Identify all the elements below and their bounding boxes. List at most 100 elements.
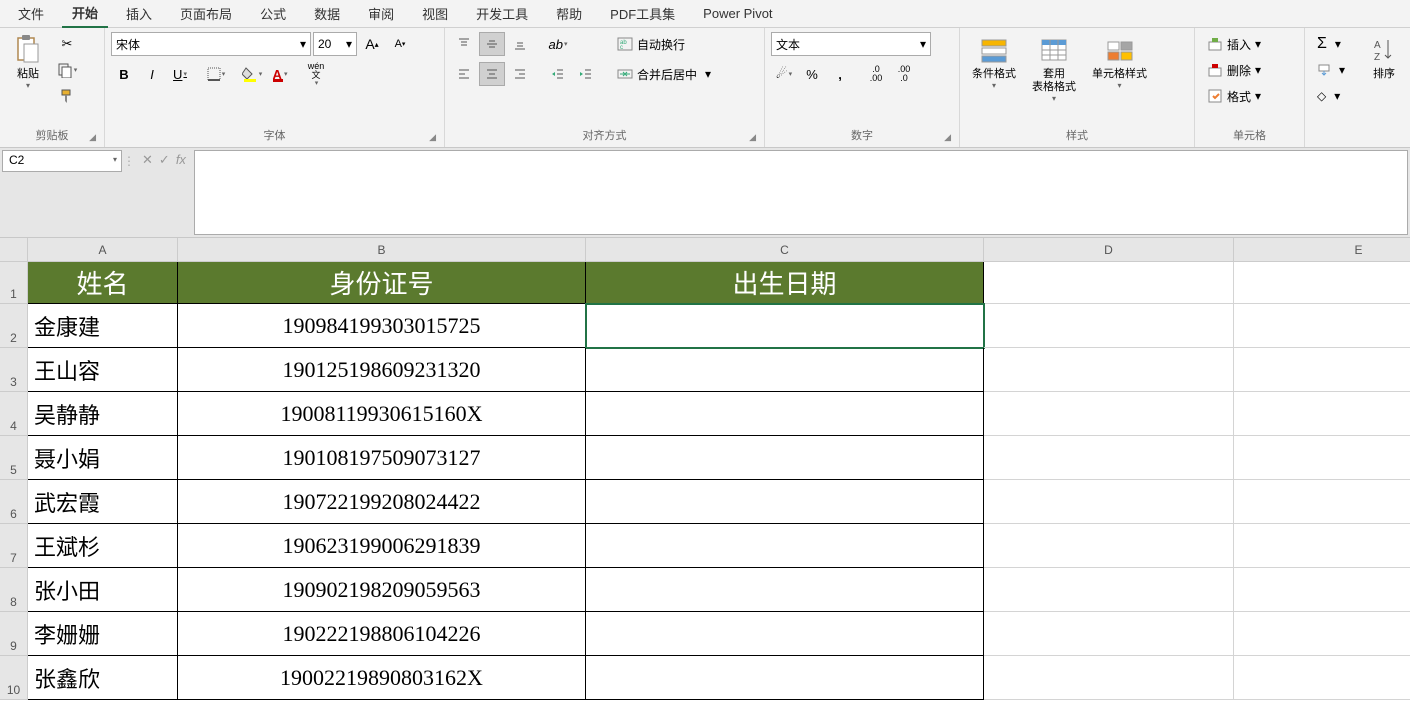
cell-A2[interactable]: 金康建 bbox=[28, 304, 178, 348]
cancel-button[interactable]: ✕ bbox=[142, 152, 153, 168]
col-header[interactable]: B bbox=[178, 238, 586, 262]
tab-file[interactable]: 文件 bbox=[8, 0, 54, 27]
clear-button[interactable]: ◇▾ bbox=[1311, 84, 1346, 108]
row-header[interactable]: 10 bbox=[0, 656, 28, 700]
tab-review[interactable]: 审阅 bbox=[358, 0, 404, 27]
cell-B7[interactable]: 190623199006291839 bbox=[178, 524, 586, 568]
formula-input[interactable] bbox=[194, 150, 1408, 235]
cell-E4[interactable] bbox=[1234, 392, 1410, 436]
col-header[interactable]: D bbox=[984, 238, 1234, 262]
cell-A6[interactable]: 武宏霞 bbox=[28, 480, 178, 524]
align-launcher[interactable]: ◢ bbox=[749, 132, 756, 143]
cell-A7[interactable]: 王斌杉 bbox=[28, 524, 178, 568]
align-left-button[interactable] bbox=[451, 62, 477, 86]
comma-button[interactable]: , bbox=[827, 62, 853, 86]
wrap-text-button[interactable]: abc 自动换行 bbox=[611, 32, 717, 56]
cell-E2[interactable] bbox=[1234, 304, 1410, 348]
row-header[interactable]: 4 bbox=[0, 392, 28, 436]
enter-button[interactable]: ✓ bbox=[159, 152, 170, 168]
percent-button[interactable]: % bbox=[799, 62, 825, 86]
align-center-button[interactable] bbox=[479, 62, 505, 86]
fx-button[interactable]: fx bbox=[176, 152, 186, 167]
decrease-decimal-button[interactable]: .00.0 bbox=[891, 62, 917, 86]
font-color-button[interactable]: A ▾ bbox=[267, 62, 293, 86]
paste-button[interactable]: 粘贴 ▾ bbox=[6, 32, 50, 92]
row-header[interactable]: 9 bbox=[0, 612, 28, 656]
cell-C7[interactable] bbox=[586, 524, 984, 568]
align-bottom-button[interactable] bbox=[507, 32, 533, 56]
cell-D3[interactable] bbox=[984, 348, 1234, 392]
splitter[interactable]: ⋮ bbox=[124, 148, 134, 237]
bold-button[interactable]: B bbox=[111, 62, 137, 86]
cell-C10[interactable] bbox=[586, 656, 984, 700]
cell-C5[interactable] bbox=[586, 436, 984, 480]
currency-button[interactable]: ☄▾ bbox=[771, 62, 797, 86]
cell-D4[interactable] bbox=[984, 392, 1234, 436]
increase-indent-button[interactable] bbox=[573, 62, 599, 86]
insert-cells-button[interactable]: 插入▾ bbox=[1201, 32, 1267, 56]
cut-button[interactable]: ✂ bbox=[54, 32, 80, 56]
font-size-select[interactable]: 20▾ bbox=[313, 32, 357, 56]
row-header[interactable]: 7 bbox=[0, 524, 28, 568]
cell-D2[interactable] bbox=[984, 304, 1234, 348]
format-cells-button[interactable]: 格式▾ bbox=[1201, 84, 1267, 108]
cell-B9[interactable]: 190222198806104226 bbox=[178, 612, 586, 656]
cell-E1[interactable] bbox=[1234, 262, 1410, 304]
cell-C2[interactable] bbox=[586, 304, 984, 348]
col-header[interactable]: E bbox=[1234, 238, 1410, 262]
cell-D8[interactable] bbox=[984, 568, 1234, 612]
cell-A9[interactable]: 李姗姗 bbox=[28, 612, 178, 656]
format-painter-button[interactable] bbox=[54, 84, 80, 108]
cell-D1[interactable] bbox=[984, 262, 1234, 304]
tab-layout[interactable]: 页面布局 bbox=[170, 0, 242, 27]
tab-formulas[interactable]: 公式 bbox=[250, 0, 296, 27]
cell-B8[interactable]: 190902198209059563 bbox=[178, 568, 586, 612]
font-launcher[interactable]: ◢ bbox=[429, 132, 436, 143]
tab-insert[interactable]: 插入 bbox=[116, 0, 162, 27]
fill-color-button[interactable]: ▾ bbox=[239, 62, 265, 86]
cell-D6[interactable] bbox=[984, 480, 1234, 524]
cell-styles-button[interactable]: 单元格样式▾ bbox=[1086, 32, 1153, 92]
merge-center-button[interactable]: 合并后居中▾ bbox=[611, 62, 717, 86]
cell-B3[interactable]: 190125198609231320 bbox=[178, 348, 586, 392]
tab-help[interactable]: 帮助 bbox=[546, 0, 592, 27]
tab-view[interactable]: 视图 bbox=[412, 0, 458, 27]
cell-E7[interactable] bbox=[1234, 524, 1410, 568]
tab-powerpivot[interactable]: Power Pivot bbox=[693, 2, 782, 25]
cell-A5[interactable]: 聂小娟 bbox=[28, 436, 178, 480]
autosum-button[interactable]: Σ▾ bbox=[1311, 32, 1347, 56]
col-header[interactable]: A bbox=[28, 238, 178, 262]
border-button[interactable]: ▾ bbox=[203, 62, 229, 86]
format-table-button[interactable]: 套用 表格格式▾ bbox=[1026, 32, 1082, 105]
align-right-button[interactable] bbox=[507, 62, 533, 86]
increase-font-button[interactable]: A▴ bbox=[359, 32, 385, 56]
conditional-format-button[interactable]: 条件格式▾ bbox=[966, 32, 1022, 92]
col-header[interactable]: C bbox=[586, 238, 984, 262]
cell-D9[interactable] bbox=[984, 612, 1234, 656]
cell-E10[interactable] bbox=[1234, 656, 1410, 700]
cell-A3[interactable]: 王山容 bbox=[28, 348, 178, 392]
cell-C3[interactable] bbox=[586, 348, 984, 392]
orientation-button[interactable]: ab▾ bbox=[545, 32, 571, 56]
align-top-button[interactable] bbox=[451, 32, 477, 56]
align-middle-button[interactable] bbox=[479, 32, 505, 56]
number-format-select[interactable]: 文本▾ bbox=[771, 32, 931, 56]
cell-A10[interactable]: 张鑫欣 bbox=[28, 656, 178, 700]
cell-E8[interactable] bbox=[1234, 568, 1410, 612]
cell-E9[interactable] bbox=[1234, 612, 1410, 656]
sort-filter-button[interactable]: AZ 排序 bbox=[1362, 32, 1406, 83]
cell-E6[interactable] bbox=[1234, 480, 1410, 524]
cell-E5[interactable] bbox=[1234, 436, 1410, 480]
fill-button[interactable]: ▾ bbox=[1311, 58, 1351, 82]
italic-button[interactable]: I bbox=[139, 62, 165, 86]
phonetic-button[interactable]: wén文▾ bbox=[303, 62, 329, 86]
decrease-font-button[interactable]: A▾ bbox=[387, 32, 413, 56]
cell-B10[interactable]: 19002219890803162X bbox=[178, 656, 586, 700]
cell-B2[interactable]: 190984199303015725 bbox=[178, 304, 586, 348]
cell-A1[interactable]: 姓名 bbox=[28, 262, 178, 304]
cell-C9[interactable] bbox=[586, 612, 984, 656]
cell-C4[interactable] bbox=[586, 392, 984, 436]
cell-A4[interactable]: 吴静静 bbox=[28, 392, 178, 436]
number-launcher[interactable]: ◢ bbox=[944, 132, 951, 143]
font-name-select[interactable]: 宋体▾ bbox=[111, 32, 311, 56]
